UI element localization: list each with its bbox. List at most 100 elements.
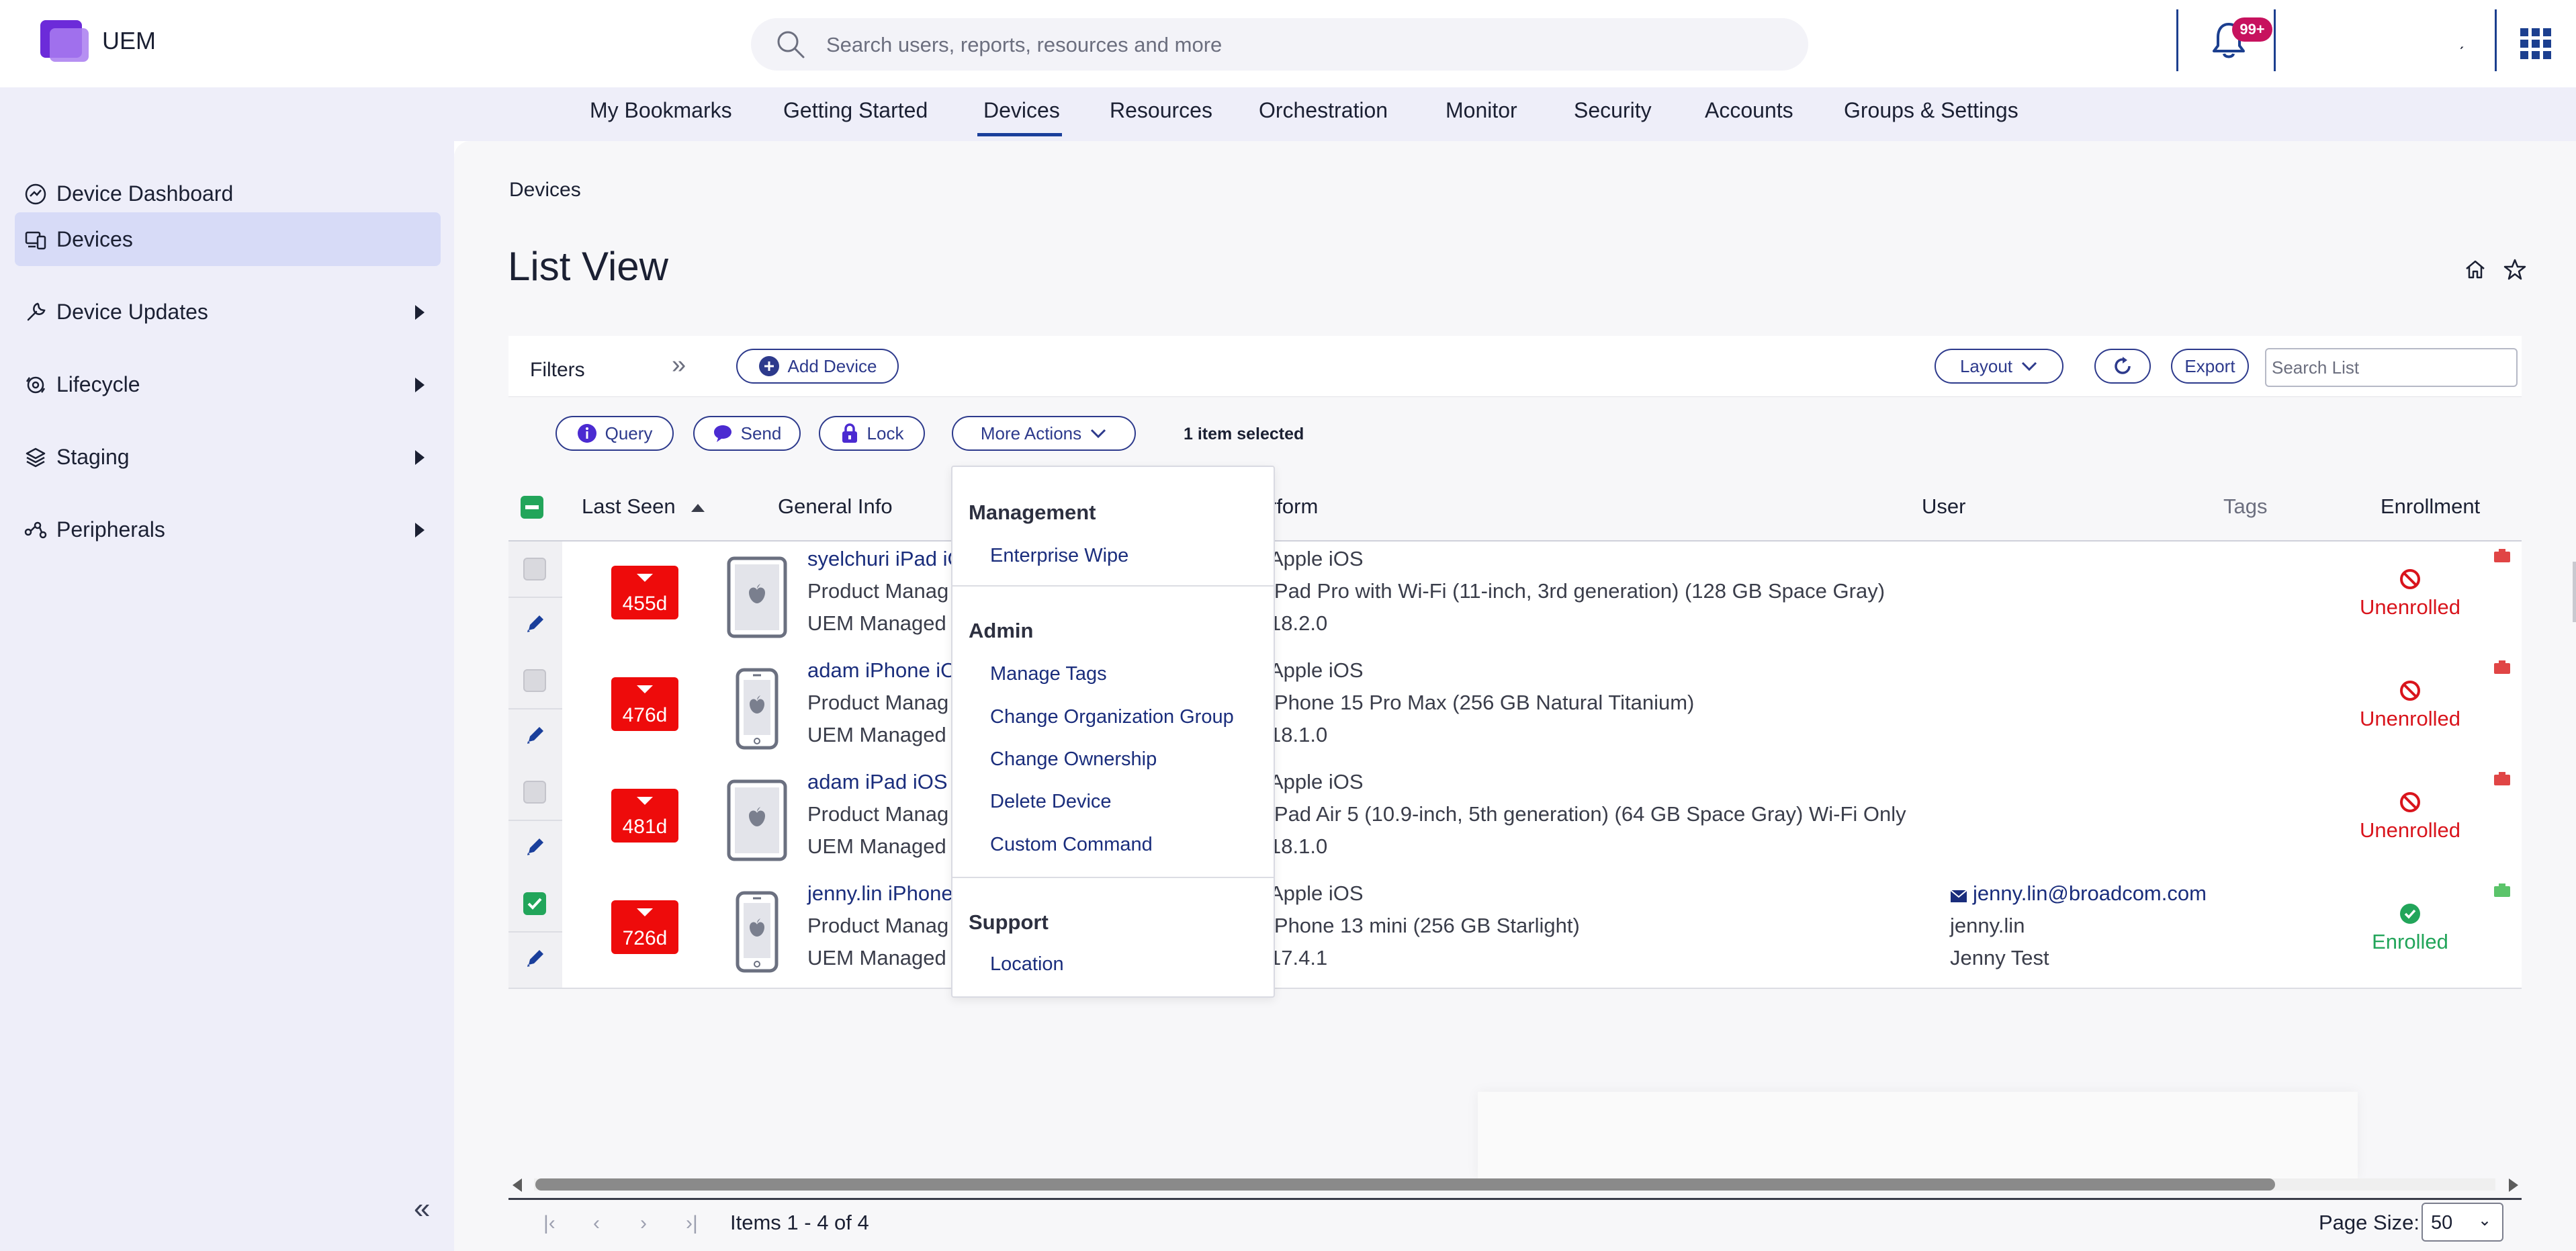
filters-label[interactable]: Filters [530, 359, 585, 382]
global-search-input[interactable]: Search users, reports, resources and mor… [826, 33, 1222, 57]
expand-caret-icon[interactable] [415, 450, 425, 465]
nav-groups-settings[interactable]: Groups & Settings [1844, 98, 2018, 123]
row-checkbox[interactable] [523, 558, 546, 580]
menu-divider [952, 877, 1274, 878]
menu-item-change-ownership[interactable]: Change Ownership [990, 748, 1157, 771]
blocked-icon [2400, 792, 2420, 812]
col-enrollment[interactable]: Enrollment [2381, 494, 2480, 519]
expand-filters-icon[interactable]: » [672, 351, 686, 380]
expand-caret-icon[interactable] [415, 305, 425, 320]
info-icon [577, 424, 596, 443]
send-label: Send [740, 423, 782, 443]
app-launcher-icon[interactable] [2520, 28, 2551, 59]
search-list-input[interactable]: Search List [2265, 348, 2518, 387]
table-row[interactable]: 455d syelchuri iPad iO Product Manag UEM Ma… [508, 542, 2522, 654]
select-all-checkbox[interactable] [521, 496, 543, 519]
user-email-link[interactable]: jenny.lin@broadcom.com [1973, 881, 2207, 906]
nav-security[interactable]: Security [1574, 98, 1652, 123]
sidebar-item-peripherals[interactable]: Peripherals [15, 503, 441, 556]
header-divider [2495, 9, 2497, 71]
nav-resources[interactable]: Resources [1110, 98, 1212, 123]
iphone-device-icon [736, 891, 779, 976]
sort-ascending-icon[interactable] [691, 504, 705, 512]
row-checkbox[interactable] [523, 781, 546, 804]
page-size-select[interactable]: 50 ⌄ [2422, 1203, 2503, 1242]
col-general-info[interactable]: General Info [778, 494, 893, 519]
notification-toast-shadow [1478, 1092, 2358, 1179]
sidebar-item-devices[interactable]: Devices [15, 212, 441, 266]
scroll-left-icon[interactable] [513, 1178, 522, 1192]
lock-button[interactable]: Lock [819, 416, 925, 451]
query-button[interactable]: Query [556, 416, 674, 451]
nav-devices[interactable]: Devices [983, 98, 1060, 123]
nav-monitor[interactable]: Monitor [1446, 98, 1517, 123]
sidebar: Device Dashboard Devices Device Updates … [0, 141, 454, 1251]
more-actions-label: More Actions [980, 423, 1082, 443]
collapse-sidebar-icon[interactable]: « [414, 1192, 430, 1225]
menu-item-change-organization-group[interactable]: Change Organization Group [990, 706, 1234, 728]
col-last-seen[interactable]: Last Seen [582, 494, 676, 519]
nav-active-indicator [977, 133, 1062, 136]
bookmark-star-icon[interactable] [2503, 258, 2527, 281]
last-seen-badge: 476d [611, 677, 678, 731]
expand-caret-icon[interactable] [415, 378, 425, 392]
device-model: iPhone 13 mini (256 GB Starlight) [1270, 914, 1580, 937]
app-logo[interactable] [40, 20, 89, 62]
row-checkbox[interactable] [523, 669, 546, 692]
breadcrumb[interactable]: Devices [509, 179, 581, 202]
page-edge-handle[interactable] [2573, 562, 2576, 622]
user-menu-caret[interactable]: ˏ [2458, 30, 2464, 50]
edit-pencil-icon[interactable] [523, 723, 547, 747]
sidebar-item-device-updates[interactable]: Device Updates [15, 285, 441, 339]
device-name-link[interactable]: adam iPad iOS [807, 770, 948, 794]
global-search[interactable]: Search users, reports, resources and mor… [751, 18, 1808, 71]
nav-orchestration[interactable]: Orchestration [1259, 98, 1388, 123]
plus-circle-icon [758, 356, 779, 376]
device-name-link[interactable]: syelchuri iPad iO [807, 547, 964, 571]
menu-item-custom-command[interactable]: Custom Command [990, 834, 1153, 856]
export-button[interactable]: Export [2171, 349, 2249, 384]
horizontal-scrollbar[interactable] [508, 1174, 2522, 1195]
table-row[interactable]: 476d adam iPhone iO Product Manag UEM Manag… [508, 653, 2522, 766]
send-button[interactable]: Send [693, 416, 801, 451]
nav-getting-started[interactable]: Getting Started [783, 98, 928, 123]
sidebar-item-lifecycle[interactable]: Lifecycle [15, 357, 441, 411]
nav-accounts[interactable]: Accounts [1705, 98, 1793, 123]
device-name-link[interactable]: adam iPhone iO [807, 658, 957, 683]
device-managed-by: UEM Managed [807, 611, 946, 635]
col-tags[interactable]: Tags [2223, 494, 2267, 519]
sidebar-item-staging[interactable]: Staging [15, 430, 441, 484]
device-org-group: Product Manag [807, 802, 949, 826]
table-row[interactable]: 726d jenny.lin iPhone Product Manag UEM Man… [508, 876, 2522, 989]
refresh-button[interactable] [2094, 349, 2151, 384]
check-circle-icon [2400, 904, 2420, 924]
row-checkbox[interactable] [523, 892, 546, 915]
menu-item-location[interactable]: Location [990, 953, 1064, 976]
col-user[interactable]: User [1922, 494, 1965, 519]
last-seen-badge: 481d [611, 789, 678, 843]
next-page-button[interactable]: › [640, 1212, 647, 1235]
edit-pencil-icon[interactable] [523, 946, 547, 970]
table-row[interactable]: 481d adam iPad iOS Product Manag UEM Manage… [508, 765, 2522, 877]
blocked-icon [2400, 681, 2420, 701]
edit-pencil-icon[interactable] [523, 611, 547, 636]
menu-item-manage-tags[interactable]: Manage Tags [990, 663, 1107, 685]
device-name-link[interactable]: jenny.lin iPhone [807, 881, 953, 906]
device-model: iPad Air 5 (10.9-inch, 5th generation) (… [1270, 802, 1906, 826]
prev-page-button[interactable]: ‹ [593, 1212, 600, 1235]
scroll-thumb[interactable] [535, 1178, 2275, 1191]
last-page-button[interactable]: ›| [686, 1212, 698, 1235]
menu-item-delete-device[interactable]: Delete Device [990, 791, 1112, 813]
add-device-button[interactable]: Add Device [736, 349, 899, 384]
nav-my-bookmarks[interactable]: My Bookmarks [590, 98, 732, 123]
home-icon[interactable] [2464, 258, 2487, 281]
edit-pencil-icon[interactable] [523, 834, 547, 859]
more-actions-button[interactable]: More Actions [952, 416, 1136, 451]
scroll-right-icon[interactable] [2509, 1178, 2518, 1192]
expand-caret-icon[interactable] [415, 523, 425, 537]
col-platform[interactable]: rform [1270, 494, 1318, 519]
ipad-device-icon [727, 779, 787, 865]
menu-item-enterprise-wipe[interactable]: Enterprise Wipe [990, 545, 1128, 567]
first-page-button[interactable]: |‹ [543, 1212, 556, 1235]
layout-button[interactable]: Layout [1935, 349, 2063, 384]
